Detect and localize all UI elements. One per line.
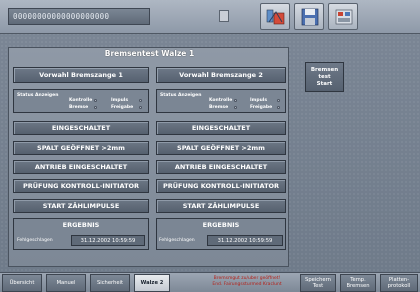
save-icon[interactable]: [294, 3, 324, 30]
app-window: 00000000000000000000 Bremsentest Walze 1…: [0, 0, 420, 292]
temp-brakes-button[interactable]: Temp. Bremsen: [340, 274, 376, 292]
status-title: Status Anzeigen: [160, 93, 202, 98]
panel-title: Bremsentest Walze 1: [104, 49, 195, 58]
switched-on-left: EINGESCHALTET: [13, 121, 149, 135]
brake-test-panel: Bremsentest Walze 1 Vorwahl Bremszange 1…: [8, 47, 289, 267]
settings-icon[interactable]: [328, 3, 358, 30]
control-led-icon: [234, 99, 237, 102]
status-box-left: Status Anzeigen Kontrolle Impuls Bremse …: [13, 89, 149, 113]
count-start-left: START ZÄHLIMPULSE: [13, 199, 149, 213]
status-box-right: Status Anzeigen Kontrolle Impuls Bremse …: [156, 89, 286, 113]
release-led-icon: [277, 106, 280, 109]
alarm-message: Bremsmgut zu/uber geöffnet! End. Fairung…: [212, 276, 282, 287]
tab-safety[interactable]: Sicherheit: [90, 274, 130, 292]
tab-overview[interactable]: Übersicht: [2, 274, 42, 292]
result-box-left: ERGEBNIS Fehlgeschlagen 31.12.2002 10:59…: [13, 218, 149, 250]
release-label: Freigabe: [250, 105, 273, 110]
preselect-brake-2-button[interactable]: Vorwahl Bremszange 2: [156, 67, 286, 83]
release-label: Freigabe: [111, 105, 134, 110]
tab-roller-2[interactable]: Walze 2: [134, 274, 170, 292]
initiator-check-right: PRÜFUNG KONTROLL-INITIATOR: [156, 179, 286, 193]
device-id-field[interactable]: 00000000000000000000: [8, 8, 150, 25]
release-led-icon: [139, 106, 142, 109]
switched-on-right: EINGESCHALTET: [156, 121, 286, 135]
bottom-nav-bar: Übersicht Manuel Sicherheit Walze 2 Brem…: [0, 272, 420, 292]
gap-open-left: SPALT GEÖFFNET >2mm: [13, 141, 149, 155]
control-led-icon: [94, 99, 97, 102]
impulse-label: Impuls: [111, 98, 129, 103]
selector-icon[interactable]: [219, 10, 229, 22]
control-label: Kontrolle: [69, 98, 93, 103]
initiator-check-left: PRÜFUNG KONTROLL-INITIATOR: [13, 179, 149, 193]
result-title: ERGEBNIS: [62, 221, 100, 229]
top-toolbar: 00000000000000000000: [0, 0, 420, 34]
result-timestamp: 31.12.2002 10:59:59: [71, 235, 145, 246]
impulse-label: Impuls: [250, 98, 268, 103]
result-box-right: ERGEBNIS Fehlgeschlagen 31.12.2002 10:59…: [156, 218, 286, 250]
result-timestamp: 31.12.2002 10:59:59: [207, 235, 283, 246]
gap-open-right: SPALT GEÖFFNET >2mm: [156, 141, 286, 155]
control-label: Kontrolle: [209, 98, 233, 103]
brake-test-start-button[interactable]: Bremsen test Start: [305, 62, 344, 92]
status-title: Status Anzeigen: [17, 93, 59, 98]
save-test-button[interactable]: Speichern Test: [300, 274, 336, 292]
impulse-led-icon: [277, 99, 280, 102]
result-status: Fehlgeschlagen: [17, 238, 53, 243]
alarm-config-icon[interactable]: [260, 3, 290, 30]
drive-on-left: ANTRIEB EINGESCHALTET: [13, 160, 149, 174]
preselect-brake-1-button[interactable]: Vorwahl Bremszange 1: [13, 67, 149, 83]
count-start-right: START ZÄHLIMPULSE: [156, 199, 286, 213]
tab-manual[interactable]: Manuel: [46, 274, 86, 292]
result-title: ERGEBNIS: [202, 221, 240, 229]
impulse-led-icon: [139, 99, 142, 102]
drive-on-right: ANTRIEB EINGESCHALTET: [156, 160, 286, 174]
plate-protocol-button[interactable]: Platten- protokoll: [380, 274, 418, 292]
brake-led-icon: [94, 106, 97, 109]
brake-label: Bremse: [209, 105, 229, 110]
brake-label: Bremse: [69, 105, 89, 110]
brake-led-icon: [234, 106, 237, 109]
result-status: Fehlgeschlagen: [159, 238, 195, 243]
